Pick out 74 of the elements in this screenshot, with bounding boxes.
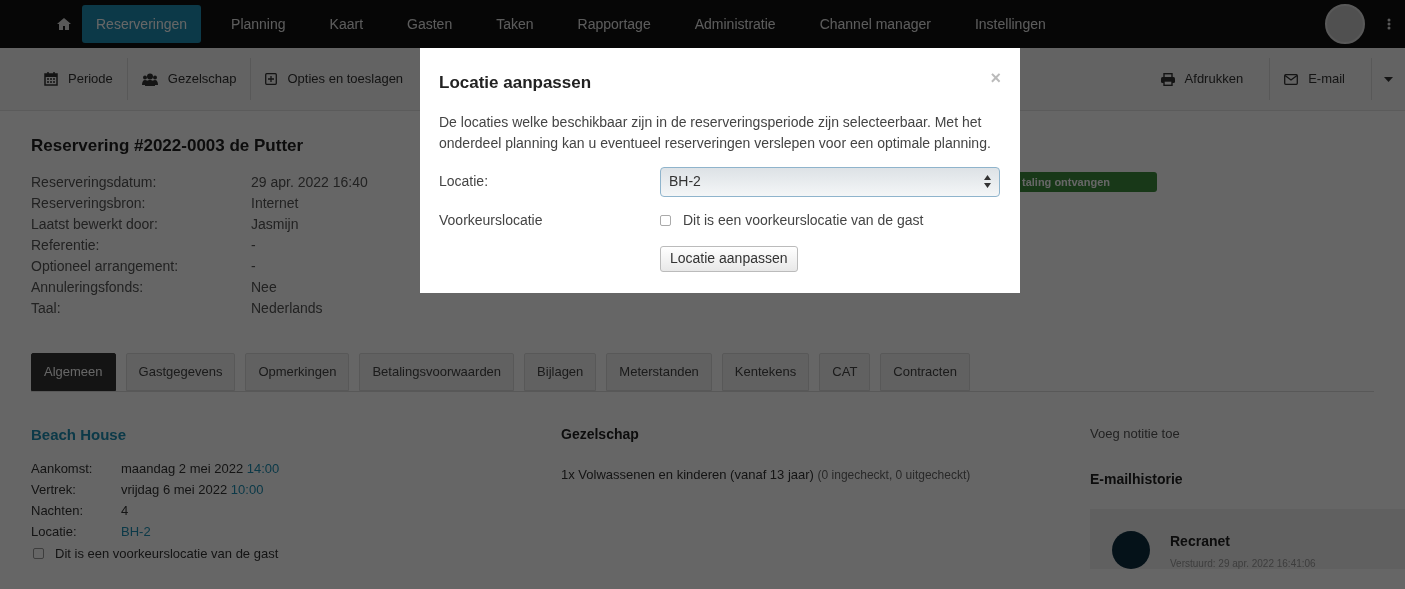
detail-value: Nee	[251, 277, 277, 297]
nav-tab[interactable]: Planning	[209, 5, 308, 43]
toolbar-button[interactable]: E-mail	[1269, 58, 1371, 100]
tab[interactable]: Bijlagen	[524, 352, 597, 391]
nav-tab[interactable]: Rapportage	[555, 5, 673, 43]
detail-label: Reserveringsdatum:	[31, 172, 158, 192]
calendar-icon	[44, 72, 58, 86]
detail-label: Laatst bewerkt door:	[31, 214, 159, 234]
sender-name: Recranet	[1170, 532, 1231, 551]
nav-tab[interactable]: Instellingen	[952, 5, 1068, 43]
tab[interactable]: Gastgegevens	[125, 352, 236, 391]
detail-value: Internet	[251, 193, 299, 213]
detail-label: Annuleringsfonds:	[31, 277, 145, 297]
more-menu-icon[interactable]	[1387, 18, 1391, 30]
detail-value: -	[251, 256, 256, 276]
detail-label: Reserveringsbron:	[31, 193, 147, 213]
party-line: 1x Volwassenen en kinderen (vanaf 13 jaar) (0 ingecheckt, 0 uitgecheckt)	[561, 465, 972, 484]
users-icon	[141, 72, 158, 86]
detail-label: Nachten:	[31, 502, 85, 520]
nav-tab[interactable]: Gasten	[385, 5, 475, 43]
tab[interactable]: Kentekens	[721, 352, 810, 391]
detail-label: Vertrek:	[31, 481, 77, 499]
nav-tab[interactable]: Channel manager	[797, 5, 953, 43]
tab[interactable]: Contracten	[880, 352, 970, 391]
nav-tab[interactable]: Kaart	[307, 5, 386, 43]
field-label: Voorkeurslocatie	[439, 210, 544, 230]
detail-value: vrijdag 6 mei 2022 10:00	[121, 481, 264, 499]
detail-value: -	[251, 235, 256, 255]
section-heading: E-mailhistorie	[1090, 470, 1184, 489]
toolbar-button[interactable]: Opties en toeslagen	[250, 58, 418, 100]
modal-description: De locaties welke beschikbaar zijn in de reserveringsperiode zijn selecteerbaar. Met het onderdeel planning kan u eventueel reserveringen verslepen voor een optimale planning.	[439, 112, 992, 153]
submit-button[interactable]: Locatie aanpassen	[660, 245, 798, 272]
detail-label: Locatie:	[31, 523, 78, 541]
toolbar-button[interactable]: Gezelschap	[126, 58, 251, 100]
envelope-icon	[1284, 73, 1299, 85]
detail-value: 4	[121, 502, 129, 520]
detail-value: maandag 2 mei 2022 14:00	[121, 460, 280, 478]
checkbox[interactable]	[33, 548, 44, 560]
nav-tab[interactable]: Administratie	[672, 5, 798, 43]
detail-value: 29 apr. 2022 16:40	[251, 172, 368, 192]
section-heading: Gezelschap	[561, 424, 640, 444]
plus-square-icon	[265, 73, 278, 85]
reservation-title: Reservering #2022-0003 de Putter	[31, 135, 304, 157]
toolbar-button[interactable]: Afdrukken	[1146, 58, 1270, 100]
toolbar-button[interactable]: Periode	[30, 58, 127, 100]
avatar[interactable]	[1325, 4, 1365, 44]
detail-value: Jasmijn	[251, 214, 299, 234]
accommodation-link[interactable]: Beach House	[31, 423, 561, 446]
detail-value: Nederlands	[251, 298, 323, 318]
detail-label: Referentie:	[31, 235, 101, 255]
detail-label: Taal:	[31, 298, 62, 318]
checkbox[interactable]	[660, 214, 671, 226]
tab[interactable]: Algemeen	[31, 352, 116, 391]
field-label: Locatie:	[439, 171, 490, 191]
nav-tab[interactable]: Taken	[474, 5, 556, 43]
nav-tab[interactable]: Reserveringen	[82, 5, 202, 43]
home-icon[interactable]	[56, 18, 71, 30]
sender-logo	[1112, 531, 1150, 569]
tab[interactable]: CAT	[819, 352, 871, 391]
checkbox-label: Dit is een voorkeurslocatie van de gast	[683, 210, 924, 230]
printer-icon	[1160, 72, 1175, 86]
detail-label: Aankomst:	[31, 460, 94, 478]
select-arrows-icon	[984, 175, 991, 188]
tab[interactable]: Opmerkingen	[245, 352, 350, 391]
location-link[interactable]: BH-2	[121, 522, 151, 543]
close-button[interactable]: ×	[990, 60, 1001, 96]
checkbox-label: Dit is een voorkeurslocatie van de gast	[55, 545, 279, 563]
detail-label: Optioneel arrangement:	[31, 256, 180, 276]
location-select[interactable]: BH-2	[660, 166, 1000, 197]
add-note-link[interactable]: Voeg notitie toe	[1090, 423, 1405, 443]
tab[interactable]: Betalingsvoorwaarden	[359, 352, 515, 391]
caret-icon	[1384, 76, 1393, 82]
modal-title: Locatie aanpassen	[439, 72, 592, 94]
tab[interactable]: Meterstanden	[606, 352, 712, 391]
